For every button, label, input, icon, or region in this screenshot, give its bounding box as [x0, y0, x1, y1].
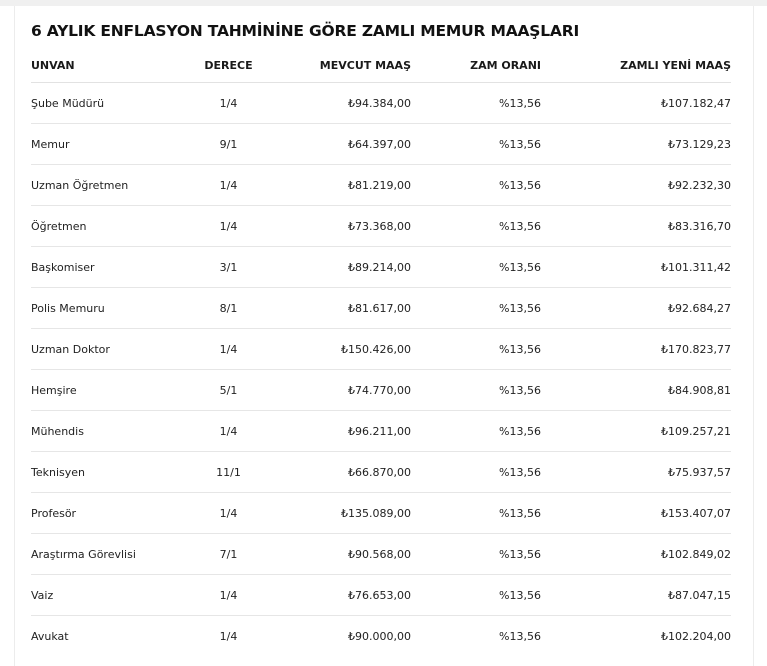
table-row: Avukat 1/4 ₺90.000,00 %13,56 ₺102.204,00: [31, 616, 731, 657]
cell-unvan: Araştırma Görevlisi: [31, 533, 196, 575]
cell-zamli-yeni-maas: ₺109.257,21: [541, 410, 731, 452]
cell-mevcut-maas: ₺81.617,00: [261, 287, 411, 329]
table-row: Polis Memuru 8/1 ₺81.617,00 %13,56 ₺92.6…: [31, 287, 731, 329]
column-header-zamli-yeni-maas: ZAMLI YENİ MAAŞ: [541, 48, 731, 83]
cell-derece: 1/4: [196, 492, 261, 534]
cell-zam-orani: %13,56: [411, 246, 541, 288]
cell-derece: 1/4: [196, 328, 261, 370]
cell-unvan: Teknisyen: [31, 451, 196, 493]
cell-zam-orani: %13,56: [411, 328, 541, 370]
table-row: Memur 9/1 ₺64.397,00 %13,56 ₺73.129,23: [31, 123, 731, 165]
cell-mevcut-maas: ₺150.426,00: [261, 328, 411, 370]
cell-zam-orani: %13,56: [411, 123, 541, 165]
cell-unvan: Memur: [31, 123, 196, 165]
cell-derece: 1/4: [196, 205, 261, 247]
cell-derece: 1/4: [196, 574, 261, 616]
cell-mevcut-maas: ₺90.000,00: [348, 629, 411, 643]
page-title: 6 AYLIK ENFLASYON TAHMİNİNE GÖRE ZAMLI M…: [31, 22, 580, 40]
cell-zam-orani: %13,56: [411, 287, 541, 329]
cell-derece: 8/1: [196, 287, 261, 329]
table-row: Hemşire 5/1 ₺74.770,00 %13,56 ₺84.908,81: [31, 369, 731, 411]
cell-mevcut-maas: ₺135.089,00: [261, 492, 411, 534]
cell-zamli-yeni-maas: ₺75.937,57: [541, 451, 731, 493]
table-row: Başkomiser 3/1 ₺89.214,00 %13,56 ₺101.31…: [31, 246, 731, 288]
cell-unvan: Uzman Doktor: [31, 328, 196, 370]
cell-zam-orani: %13,56: [411, 410, 541, 452]
column-header-unvan: UNVAN: [31, 48, 196, 83]
column-header-derece: DERECE: [196, 48, 261, 83]
cell-zamli-yeni-maas: ₺92.684,27: [541, 287, 731, 329]
cell-mevcut-maas: ₺96.211,00: [261, 410, 411, 452]
cell-zam-orani: %13,56: [499, 629, 541, 643]
table-row: Öğretmen 1/4 ₺73.368,00 %13,56 ₺83.316,7…: [31, 205, 731, 247]
table-row: Teknisyen 11/1 ₺66.870,00 %13,56 ₺75.937…: [31, 451, 731, 493]
cell-unvan: Mühendis: [31, 410, 196, 452]
cell-zamli-yeni-maas: ₺73.129,23: [541, 123, 731, 165]
cell-unvan: Uzman Öğretmen: [31, 164, 196, 206]
cell-derece: 7/1: [196, 533, 261, 575]
cell-zamli-yeni-maas: ₺153.407,07: [541, 492, 731, 534]
cell-unvan: Şube Müdürü: [31, 82, 196, 124]
cell-unvan: Polis Memuru: [31, 287, 196, 329]
table-row: Araştırma Görevlisi 7/1 ₺90.568,00 %13,5…: [31, 533, 731, 575]
cell-derece: 5/1: [196, 369, 261, 411]
table-header-row: UNVAN DERECE MEVCUT MAAŞ ZAM ORANI ZAMLI…: [31, 48, 731, 83]
table-row: Uzman Öğretmen 1/4 ₺81.219,00 %13,56 ₺92…: [31, 164, 731, 206]
cell-derece: 3/1: [196, 246, 261, 288]
cell-derece: 1/4: [219, 629, 238, 643]
column-header-mevcut-maas: MEVCUT MAAŞ: [261, 48, 411, 83]
table-row: Şube Müdürü 1/4 ₺94.384,00 %13,56 ₺107.1…: [31, 82, 731, 124]
cell-derece: 9/1: [196, 123, 261, 165]
cell-derece: 1/4: [196, 410, 261, 452]
cell-derece: 1/4: [196, 164, 261, 206]
cell-zamli-yeni-maas: ₺84.908,81: [541, 369, 731, 411]
cell-zam-orani: %13,56: [411, 451, 541, 493]
salary-table: UNVAN DERECE MEVCUT MAAŞ ZAM ORANI ZAMLI…: [31, 48, 731, 656]
table-row: Profesör 1/4 ₺135.089,00 %13,56 ₺153.407…: [31, 492, 731, 534]
cell-zam-orani: %13,56: [411, 205, 541, 247]
cell-unvan: Profesör: [31, 492, 196, 534]
cell-mevcut-maas: ₺74.770,00: [261, 369, 411, 411]
table-row: Vaiz 1/4 ₺76.653,00 %13,56 ₺87.047,15: [31, 574, 731, 616]
column-header-zam-orani: ZAM ORANI: [411, 48, 541, 83]
cell-mevcut-maas: ₺73.368,00: [261, 205, 411, 247]
cell-mevcut-maas: ₺64.397,00: [261, 123, 411, 165]
cell-zamli-yeni-maas: ₺83.316,70: [541, 205, 731, 247]
cell-unvan: Vaiz: [31, 574, 196, 616]
cell-derece: 1/4: [196, 82, 261, 124]
cell-mevcut-maas: ₺90.568,00: [261, 533, 411, 575]
cell-zam-orani: %13,56: [411, 492, 541, 534]
salary-table-card: 6 AYLIK ENFLASYON TAHMİNİNE GÖRE ZAMLI M…: [14, 6, 754, 666]
table-row: Uzman Doktor 1/4 ₺150.426,00 %13,56 ₺170…: [31, 328, 731, 370]
cell-mevcut-maas: ₺94.384,00: [261, 82, 411, 124]
cell-zam-orani: %13,56: [411, 369, 541, 411]
cell-zamli-yeni-maas: ₺107.182,47: [541, 82, 731, 124]
cell-zamli-yeni-maas: ₺92.232,30: [541, 164, 731, 206]
cell-zamli-yeni-maas: ₺102.849,02: [541, 533, 731, 575]
cell-zamli-yeni-maas: ₺102.204,00: [661, 629, 731, 643]
cell-zamli-yeni-maas: ₺170.823,77: [541, 328, 731, 370]
cell-unvan: Hemşire: [31, 369, 196, 411]
cell-unvan: Avukat: [31, 629, 69, 643]
cell-mevcut-maas: ₺81.219,00: [261, 164, 411, 206]
cell-mevcut-maas: ₺66.870,00: [261, 451, 411, 493]
table-row: Mühendis 1/4 ₺96.211,00 %13,56 ₺109.257,…: [31, 410, 731, 452]
cell-zam-orani: %13,56: [411, 574, 541, 616]
cell-mevcut-maas: ₺89.214,00: [261, 246, 411, 288]
cell-zam-orani: %13,56: [411, 164, 541, 206]
cell-zam-orani: %13,56: [411, 533, 541, 575]
cell-zam-orani: %13,56: [411, 82, 541, 124]
cell-derece: 11/1: [196, 451, 261, 493]
cell-unvan: Başkomiser: [31, 246, 196, 288]
cell-zamli-yeni-maas: ₺87.047,15: [541, 574, 731, 616]
cell-unvan: Öğretmen: [31, 205, 196, 247]
cell-mevcut-maas: ₺76.653,00: [261, 574, 411, 616]
cell-zamli-yeni-maas: ₺101.311,42: [541, 246, 731, 288]
